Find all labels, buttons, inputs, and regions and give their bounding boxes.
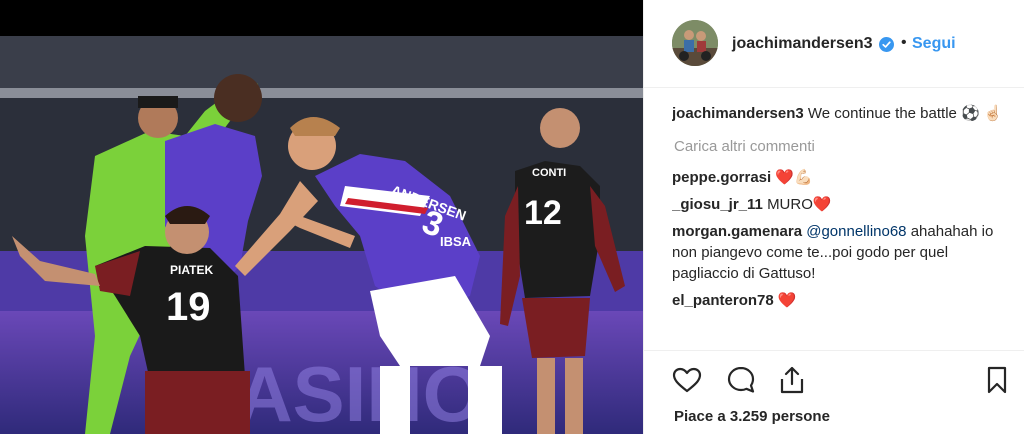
photo-top-bar (0, 0, 643, 36)
likes-count[interactable]: Piace a 3.259 persone (674, 408, 830, 425)
share-icon[interactable] (777, 365, 807, 395)
verified-badge-icon (879, 37, 894, 52)
comment-username[interactable]: peppe.gorrasi (672, 169, 771, 186)
comment-username[interactable]: el_panteron78 (672, 292, 774, 309)
avatar[interactable] (672, 20, 718, 66)
post-actions-bar (644, 350, 1024, 408)
comment-username[interactable]: _giosu_jr_11 (672, 196, 763, 213)
comment-item: peppe.gorrasi ❤️💪🏻 (672, 167, 1012, 188)
caption-username[interactable]: joachimandersen3 (672, 105, 804, 122)
comment-text: ❤️💪🏻 (775, 169, 813, 186)
caption-text: We continue the battle ⚽ ☝🏻 (807, 105, 1003, 122)
sponsor-text: IBSA (440, 234, 472, 249)
post-sidebar: joachimandersen3 • Segui joachimandersen… (643, 0, 1024, 434)
piatek-jersey-number: 19 (166, 285, 211, 329)
load-more-comments-button[interactable]: Carica altri commenti (674, 136, 1012, 157)
conti-jersey-name: CONTI (532, 167, 566, 179)
comment-username[interactable]: morgan.gamenara (672, 223, 802, 240)
football-celebration-image: CASINÒ ANDERSEN 3 IBSA PIATEK 19 CONTI 1… (0, 36, 643, 434)
post-author-username[interactable]: joachimandersen3 (732, 35, 873, 53)
avatar-image (672, 20, 718, 66)
comment-item: _giosu_jr_11 MURO❤️ (672, 194, 1012, 215)
comment-item: morgan.gamenara @gonnellino68 ahahahah i… (672, 221, 1012, 284)
bookmark-icon[interactable] (982, 365, 1012, 395)
post-caption: joachimandersen3 We continue the battle … (672, 103, 1012, 124)
conti-jersey-number: 12 (524, 194, 562, 232)
comment-bubble-icon[interactable] (726, 365, 756, 395)
comments-list[interactable]: joachimandersen3 We continue the battle … (672, 103, 1012, 349)
separator-dot: • (901, 34, 907, 51)
comment-mention[interactable]: @gonnellino68 (806, 223, 906, 240)
comment-item: el_panteron78 ❤️ (672, 290, 1012, 311)
comment-text: MURO❤️ (767, 196, 832, 213)
piatek-jersey-name: PIATEK (170, 263, 213, 277)
post-photo[interactable]: CASINÒ ANDERSEN 3 IBSA PIATEK 19 CONTI 1… (0, 0, 643, 434)
heart-icon[interactable] (672, 365, 702, 395)
comment-text: ❤️ (777, 292, 797, 309)
post-header: joachimandersen3 • Segui (644, 0, 1024, 88)
follow-button[interactable]: Segui (912, 35, 956, 53)
